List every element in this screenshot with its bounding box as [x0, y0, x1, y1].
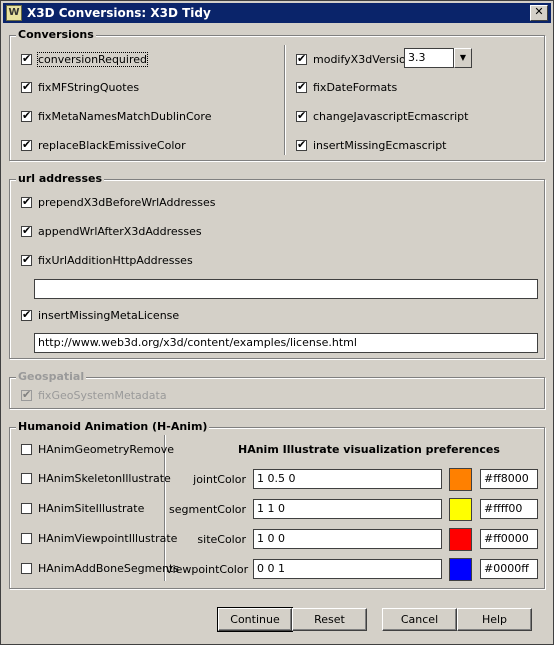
dialog-window: W X3D Conversions: X3D Tidy ✕ Conversion… [0, 0, 554, 645]
window-title: X3D Conversions: X3D Tidy [27, 6, 211, 20]
checkbox-label: HAnimGeometryRemove [38, 443, 175, 456]
append-wrl-checkbox[interactable]: appendWrlAfterX3dAddresses [21, 224, 202, 238]
checkbox-label: changeJavascriptEcmascript [313, 110, 469, 123]
checkbox-box[interactable] [21, 224, 32, 237]
checkbox-box[interactable] [21, 109, 32, 122]
segment-color-swatch[interactable] [449, 498, 472, 521]
change-javascript-checkbox[interactable]: changeJavascriptEcmascript [296, 109, 469, 123]
checkbox-label: fixMetaNamesMatchDublinCore [38, 110, 212, 123]
checkbox-label: fixUrlAdditionHttpAddresses [38, 254, 193, 267]
cancel-button[interactable]: Cancel [382, 608, 457, 631]
checkbox-label: fixMFStringQuotes [38, 81, 140, 94]
http-address-input[interactable] [34, 279, 538, 299]
hanim-add-bone-segments-checkbox[interactable]: HAnimAddBoneSegments [21, 562, 179, 575]
checkbox-label: HAnimSkeletonIllustrate [38, 472, 171, 485]
checkbox-label: insertMissingEcmascript [313, 139, 447, 152]
insert-meta-license-checkbox[interactable]: insertMissingMetaLicense [21, 308, 180, 322]
checkbox-label: HAnimViewpointIllustrate [38, 532, 178, 545]
conversions-divider [284, 45, 285, 155]
hanim-prefs-title: HAnim Illustrate visualization preferenc… [238, 443, 500, 456]
checkbox-box[interactable] [21, 563, 32, 574]
fix-mfstring-quotes-checkbox[interactable]: fixMFStringQuotes [21, 80, 140, 94]
checkbox-label: insertMissingMetaLicense [38, 309, 180, 322]
viewpoint-color-swatch[interactable] [449, 558, 472, 581]
checkbox-box[interactable] [296, 52, 307, 65]
checkbox-box[interactable] [21, 388, 32, 401]
checkbox-box[interactable] [21, 444, 32, 455]
viewpoint-color-hex-input[interactable]: #0000ff [480, 559, 538, 579]
license-url-input[interactable]: http://www.web3d.org/x3d/content/example… [34, 333, 538, 353]
fix-date-formats-checkbox[interactable]: fixDateFormats [296, 80, 398, 94]
insert-missing-ecmascript-checkbox[interactable]: insertMissingEcmascript [296, 138, 447, 152]
hanim-site-illustrate-checkbox[interactable]: HAnimSiteIllustrate [21, 502, 144, 515]
checkbox-box[interactable] [296, 80, 307, 93]
modify-x3d-version-checkbox[interactable]: modifyX3dVersion [296, 52, 413, 66]
hanim-divider [164, 435, 165, 581]
hanim-geometry-remove-checkbox[interactable]: HAnimGeometryRemove [21, 443, 174, 456]
checkbox-box[interactable] [296, 109, 307, 122]
checkbox-label: conversionRequired [37, 52, 148, 67]
app-logo-icon: W [6, 5, 22, 21]
checkbox-box[interactable] [21, 253, 32, 266]
checkbox-label: prependX3dBeforeWrlAddresses [38, 196, 216, 209]
geospatial-legend: Geospatial [16, 370, 87, 383]
segment-color-hex-input[interactable]: #ffff00 [480, 499, 538, 519]
checkbox-label: fixDateFormats [313, 81, 398, 94]
checkbox-label: appendWrlAfterX3dAddresses [38, 225, 202, 238]
checkbox-box[interactable] [21, 308, 32, 321]
checkbox-box[interactable] [21, 138, 32, 151]
hanim-viewpoint-illustrate-checkbox[interactable]: HAnimViewpointIllustrate [21, 532, 177, 545]
checkbox-label: modifyX3dVersion [313, 53, 413, 66]
title-bar: W X3D Conversions: X3D Tidy ✕ [3, 3, 551, 23]
x3d-version-select[interactable]: 3.3 ▼ [404, 48, 472, 68]
checkbox-label: fixGeoSystemMetadata [38, 389, 167, 402]
checkbox-box[interactable] [21, 52, 32, 65]
segment-color-label: segmentColor [169, 503, 246, 516]
checkbox-box[interactable] [296, 138, 307, 151]
hanim-skeleton-illustrate-checkbox[interactable]: HAnimSkeletonIllustrate [21, 472, 171, 485]
fix-geo-system-metadata-checkbox[interactable]: fixGeoSystemMetadata [21, 388, 167, 402]
fix-url-addition-checkbox[interactable]: fixUrlAdditionHttpAddresses [21, 253, 193, 267]
checkbox-box[interactable] [21, 473, 32, 484]
x3d-version-value[interactable]: 3.3 [404, 48, 454, 68]
replace-black-emissive-checkbox[interactable]: replaceBlackEmissiveColor [21, 138, 186, 152]
site-color-input[interactable]: 1 0 0 [253, 529, 442, 549]
checkbox-box[interactable] [21, 503, 32, 514]
continue-button[interactable]: Continue [217, 607, 293, 632]
joint-color-swatch[interactable] [449, 468, 472, 491]
checkbox-label: HAnimAddBoneSegments [38, 562, 180, 575]
conversion-required-checkbox[interactable]: conversionRequired [21, 52, 148, 67]
prepend-x3d-checkbox[interactable]: prependX3dBeforeWrlAddresses [21, 195, 216, 209]
fix-meta-names-checkbox[interactable]: fixMetaNamesMatchDublinCore [21, 109, 212, 123]
viewpoint-color-label: viewpointColor [166, 563, 249, 576]
checkbox-label: replaceBlackEmissiveColor [38, 139, 186, 152]
help-button[interactable]: Help [457, 608, 532, 631]
site-color-swatch[interactable] [449, 528, 472, 551]
joint-color-hex-input[interactable]: #ff8000 [480, 469, 538, 489]
close-button[interactable]: ✕ [530, 5, 548, 21]
url-addresses-legend: url addresses [16, 172, 105, 185]
hanim-legend: Humanoid Animation (H-Anim) [16, 420, 210, 433]
joint-color-input[interactable]: 1 0.5 0 [253, 469, 442, 489]
checkbox-box[interactable] [21, 195, 32, 208]
conversions-legend: Conversions [16, 28, 96, 41]
site-color-label: siteColor [197, 533, 246, 546]
reset-button[interactable]: Reset [292, 608, 367, 631]
viewpoint-color-input[interactable]: 0 0 1 [253, 559, 442, 579]
segment-color-input[interactable]: 1 1 0 [253, 499, 442, 519]
joint-color-label: jointColor [193, 473, 246, 486]
checkbox-box[interactable] [21, 533, 32, 544]
checkbox-box[interactable] [21, 80, 32, 93]
checkbox-label: HAnimSiteIllustrate [38, 502, 145, 515]
site-color-hex-input[interactable]: #ff0000 [480, 529, 538, 549]
chevron-down-icon[interactable]: ▼ [454, 48, 472, 68]
